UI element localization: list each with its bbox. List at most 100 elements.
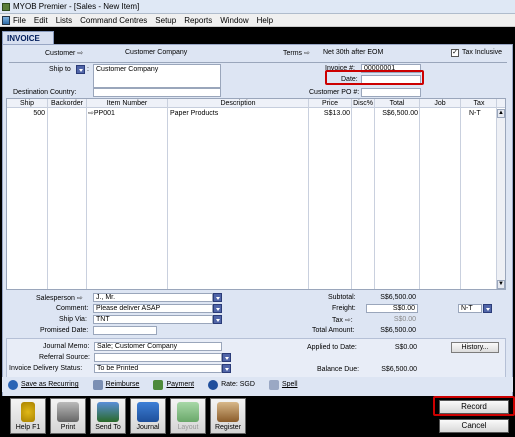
journal-icon [137,402,159,422]
cell-item-number[interactable]: ⇨PP001 [88,109,115,118]
send-to-label: Send To [95,424,121,431]
history-button[interactable]: History... [451,342,499,353]
delivery-status-dropdown[interactable] [222,364,231,373]
cell-total[interactable]: S$6,500.00 [375,109,418,118]
print-button[interactable]: Print [50,398,86,434]
customer-po-field[interactable] [361,88,421,97]
zoom-arrow-icon[interactable]: ⇨ [345,316,351,324]
table-header: Ship Backorder Item Number Description P… [7,99,505,108]
journal-memo-field[interactable]: Sale; Customer Company [94,342,222,351]
ship-via-dropdown[interactable] [213,315,222,324]
col-ship: Ship [19,100,34,107]
register-icon [217,402,239,422]
menu-setup[interactable]: Setup [155,16,176,25]
help-label: Help F1 [15,424,41,431]
ship-via-field[interactable]: TNT [93,315,213,324]
date-highlight [325,70,424,85]
promised-date-field[interactable] [93,326,157,335]
cell-tax[interactable]: N-T [469,109,481,118]
referral-dropdown[interactable] [222,353,231,362]
rate-action[interactable]: Rate: SGD [208,379,255,390]
total-amount-value: S$6,500.00 [380,327,416,334]
journal-section: Journal Memo: Sale; Customer Company Ref… [6,338,506,378]
table-scrollbar[interactable]: ▲ ▼ [496,109,505,289]
help-icon [21,402,35,422]
journal-memo-label: Journal Memo: [43,343,90,350]
col-backorder: Backorder [51,100,83,107]
layout-button[interactable]: Layout [170,398,206,434]
menu-command-centres[interactable]: Command Centres [80,16,147,25]
menu-lists[interactable]: Lists [56,16,72,25]
bottom-toolbar: Help F1 Print Send To Journal Layout Reg… [2,396,515,436]
window-title: MYOB Premier - [Sales - New Item] [13,2,140,11]
col-item-number: Item Number [106,100,148,107]
menu-edit[interactable]: Edit [34,16,48,25]
col-total: Total [389,100,405,107]
printer-icon [57,402,79,422]
zoom-arrow-icon[interactable]: ⇨ [77,294,83,302]
invoice-tab[interactable]: INVOICE [2,31,54,44]
currency-rate-icon [208,379,219,390]
layout-icon [177,402,199,422]
balance-due-value: S$6,500.00 [381,366,417,373]
spell-action[interactable]: Spell [268,379,298,390]
menu-help[interactable]: Help [257,16,273,25]
salesperson-dropdown[interactable] [213,293,222,302]
salesperson-field[interactable]: J., Mr. [93,293,213,302]
freight-tax-code[interactable]: N-T [458,304,482,313]
cell-price[interactable]: S$13.00 [309,109,350,118]
journal-label: Journal [136,424,160,431]
freight-tax-dropdown[interactable] [483,304,492,313]
cell-ship[interactable]: 500 [7,109,45,118]
salesperson-label: Salesperson ⇨ [36,294,83,302]
comment-field[interactable]: Please deliver ASAP [93,304,213,313]
col-divider [460,99,461,289]
freight-field[interactable]: S$0.00 [366,304,418,313]
save-recurring-action[interactable]: Save as Recurring [8,379,79,390]
action-bar: Save as Recurring Reimburse Payment Rate… [2,377,513,392]
document-icon[interactable] [2,15,10,25]
col-description: Description [220,100,256,107]
comment-label: Comment: [56,305,89,312]
ship-via-label: Ship Via: [59,316,87,323]
menu-reports[interactable]: Reports [184,16,212,25]
col-divider [351,99,352,289]
line-items-table[interactable]: Ship Backorder Item Number Description P… [6,98,506,290]
delivery-status-label: Invoice Delivery Status: [9,365,83,372]
scroll-down-icon[interactable]: ▼ [497,280,505,289]
send-to-button[interactable]: Send To [90,398,126,434]
ship-to-address[interactable]: Customer Company [93,64,221,88]
reimburse-action[interactable]: Reimburse [92,379,139,390]
delivery-status-field[interactable]: To be Printed [94,364,222,373]
col-divider [419,99,420,289]
cell-description[interactable]: Paper Products [170,109,218,118]
destination-country-label: Destination Country: [13,89,77,96]
recurring-icon [8,379,18,390]
ship-to-dropdown[interactable] [76,65,85,74]
spell-check-icon [268,379,279,390]
app-window: MYOB Premier - [Sales - New Item] File E… [0,0,515,437]
menu-bar: File Edit Lists Command Centres Setup Re… [0,14,515,27]
subtotal-label: Subtotal: [328,294,356,301]
divider [9,62,507,63]
destination-country-field[interactable] [93,88,221,97]
tax-inclusive-checkbox[interactable]: ✓ [451,49,459,57]
cancel-button[interactable]: Cancel [439,419,509,433]
menu-file[interactable]: File [13,16,26,25]
payment-action[interactable]: Payment [153,379,194,390]
col-divider [374,99,375,289]
zoom-arrow-icon[interactable]: ⇨ [77,49,83,57]
col-disc: Disc% [353,100,373,107]
customer-value: Customer Company [125,49,188,56]
menu-window[interactable]: Window [220,16,248,25]
record-highlight [433,396,515,416]
journal-button[interactable]: Journal [130,398,166,434]
register-button[interactable]: Register [210,398,246,434]
zoom-arrow-icon[interactable]: ⇨ [304,49,310,57]
col-tax: Tax [473,100,485,107]
referral-source-field[interactable] [94,353,222,362]
tax-inclusive-label: Tax Inclusive [462,49,503,56]
comment-dropdown[interactable] [213,304,222,313]
help-button[interactable]: Help F1 [10,398,46,434]
scroll-up-icon[interactable]: ▲ [497,109,505,118]
